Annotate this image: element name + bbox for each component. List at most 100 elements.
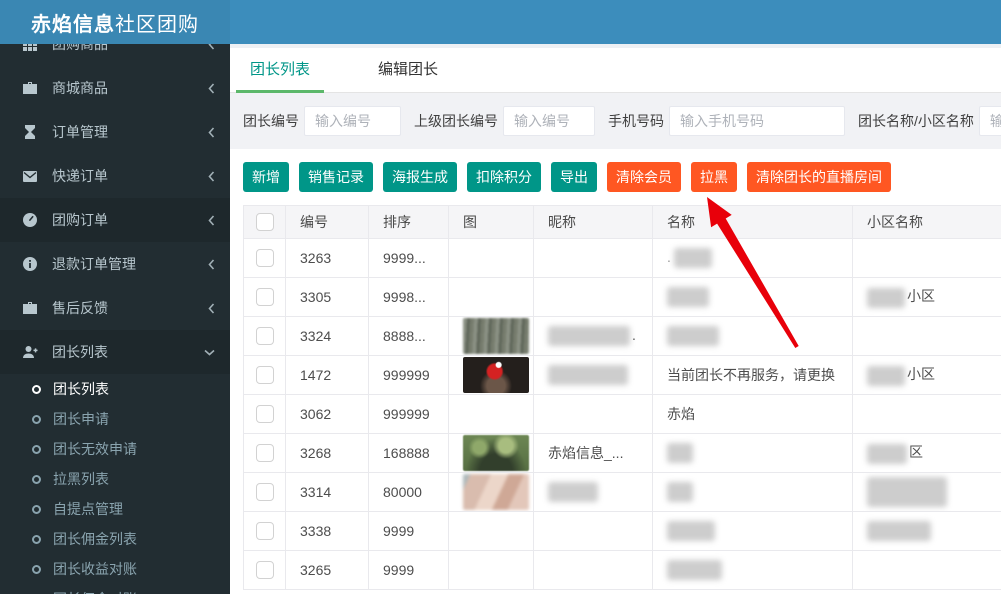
select-all-checkbox[interactable] bbox=[255, 213, 274, 232]
add-button[interactable]: 新增 bbox=[243, 162, 289, 192]
cell-name bbox=[652, 472, 853, 512]
submenu-item-leader-list[interactable]: 团长列表 bbox=[0, 374, 230, 404]
cell-leader-id: 3265 bbox=[285, 550, 369, 590]
column-header: 小区名称 bbox=[852, 205, 1001, 239]
filter-label-name: 团长名称/小区名称 bbox=[858, 113, 974, 129]
table-row: 3324 8888.... bbox=[243, 316, 1001, 356]
briefcase-icon bbox=[22, 300, 38, 316]
circle-icon bbox=[32, 564, 41, 574]
submenu-item-leader-invalid-apply[interactable]: 团长无效申请 bbox=[0, 434, 230, 464]
clear-live-rooms-button[interactable]: 清除团长的直播房间 bbox=[747, 162, 891, 192]
sales-record-button[interactable]: 销售记录 bbox=[299, 162, 373, 192]
leader-avatar-thumbnail bbox=[463, 435, 529, 471]
sidebar-item-label: 团购商品 bbox=[52, 44, 108, 52]
main-content: 团长列表 编辑团长 团长编号 上级团长编号 手机号码 团长名称/小区名称 新增 … bbox=[230, 44, 1001, 594]
cell-sort: 9998... bbox=[368, 277, 449, 317]
circle-icon bbox=[32, 504, 41, 514]
column-header: 编号 bbox=[285, 205, 369, 239]
redacted-blur bbox=[867, 477, 947, 507]
row-checkbox[interactable] bbox=[255, 405, 274, 424]
submenu-item-blacklist[interactable]: 拉黑列表 bbox=[0, 464, 230, 494]
cell-community bbox=[852, 550, 1001, 590]
column-header: 名称 bbox=[652, 205, 853, 239]
submenu-item-label: 自提点管理 bbox=[53, 501, 123, 517]
tab-edit-leader[interactable]: 编辑团长 bbox=[364, 48, 452, 93]
submenu-item-leader-apply[interactable]: 团长申请 bbox=[0, 404, 230, 434]
circle-icon bbox=[32, 474, 41, 484]
cell-name: . bbox=[652, 238, 853, 278]
submenu-item-label: 团长佣金对账 bbox=[53, 589, 137, 594]
tab-leader-list[interactable]: 团长列表 bbox=[236, 48, 325, 93]
submenu-item-leader-income-recon[interactable]: 团长收益对账 bbox=[0, 554, 230, 584]
chevron-left-icon bbox=[208, 126, 215, 138]
cell-nickname bbox=[533, 511, 653, 551]
submenu-item-leader-commission-list[interactable]: 团长佣金列表 bbox=[0, 524, 230, 554]
sidebar-item-aftersale-feedback[interactable]: 售后反馈 bbox=[0, 286, 230, 330]
sidebar-item-order-management[interactable]: 订单管理 bbox=[0, 110, 230, 154]
sidebar-item-refund-orders[interactable]: 退款订单管理 bbox=[0, 242, 230, 286]
poster-generate-button[interactable]: 海报生成 bbox=[383, 162, 457, 192]
redacted-blur bbox=[667, 482, 693, 502]
chevron-left-icon bbox=[208, 258, 215, 270]
chevron-left-icon bbox=[208, 302, 215, 314]
tab-bar: 团长列表 编辑团长 bbox=[230, 48, 1001, 93]
deduct-points-button[interactable]: 扣除积分 bbox=[467, 162, 541, 192]
cell-nickname bbox=[533, 472, 653, 512]
cell-sort: 80000 bbox=[368, 472, 449, 512]
submenu-item-pickup-point[interactable]: 自提点管理 bbox=[0, 494, 230, 524]
cell-leader-id: 3268 bbox=[285, 433, 369, 473]
grid-icon bbox=[22, 44, 38, 52]
chevron-down-icon bbox=[204, 349, 215, 356]
table-row: 3062 999999 赤焰 bbox=[243, 394, 1001, 434]
sidebar-item-label: 团购订单 bbox=[52, 212, 108, 228]
redacted-blur bbox=[548, 365, 628, 385]
name-input[interactable] bbox=[978, 106, 1001, 136]
cell-nickname bbox=[533, 277, 653, 317]
cell-community: 区 bbox=[852, 433, 1001, 473]
parent-leader-id-input[interactable] bbox=[503, 106, 595, 136]
user-plus-icon bbox=[22, 344, 38, 360]
app-logo[interactable]: 赤焰信息社区团购 bbox=[0, 0, 230, 44]
cell-name bbox=[652, 433, 853, 473]
blacklist-button[interactable]: 拉黑 bbox=[691, 162, 737, 192]
cell-nickname bbox=[533, 394, 653, 434]
cell-leader-id: 3305 bbox=[285, 277, 369, 317]
redacted-blur bbox=[667, 560, 722, 580]
row-checkbox[interactable] bbox=[255, 444, 274, 463]
row-checkbox[interactable] bbox=[255, 522, 274, 541]
cell-nickname bbox=[533, 355, 653, 395]
chevron-left-icon bbox=[208, 214, 215, 226]
cell-nickname: . bbox=[533, 316, 653, 356]
cell-nickname: 赤焰信息_... bbox=[533, 433, 653, 473]
phone-input[interactable] bbox=[669, 106, 845, 136]
row-checkbox[interactable] bbox=[255, 288, 274, 307]
sidebar-item-leader-list[interactable]: 团长列表 bbox=[0, 330, 230, 374]
admin-app: 赤焰信息社区团购 团购商品 商城商品 订单管理 快递订单 团购订单 退款订单管理… bbox=[0, 0, 1001, 594]
clear-members-button[interactable]: 清除会员 bbox=[607, 162, 681, 192]
cell-sort: 999999 bbox=[368, 394, 449, 434]
row-checkbox[interactable] bbox=[255, 249, 274, 268]
cell-community: 小区 bbox=[852, 355, 1001, 395]
submenu-item-leader-commission-recon[interactable]: 团长佣金对账 bbox=[0, 584, 230, 594]
leader-id-input[interactable] bbox=[304, 106, 401, 136]
export-button[interactable]: 导出 bbox=[551, 162, 597, 192]
sidebar-item-express-orders[interactable]: 快递订单 bbox=[0, 154, 230, 198]
row-checkbox[interactable] bbox=[255, 561, 274, 580]
filter-label-leader-id: 团长编号 bbox=[243, 113, 299, 129]
cell-image bbox=[448, 316, 534, 356]
sidebar-item-group-orders[interactable]: 团购订单 bbox=[0, 198, 230, 242]
cell-prefix: . bbox=[667, 248, 671, 265]
sidebar-item-group-goods[interactable]: 团购商品 bbox=[0, 44, 230, 66]
gauge-icon bbox=[22, 212, 38, 228]
row-checkbox[interactable] bbox=[255, 483, 274, 502]
sidebar-item-label: 团长列表 bbox=[52, 344, 108, 360]
cell-sort: 999999 bbox=[368, 355, 449, 395]
chevron-left-icon bbox=[208, 170, 215, 182]
toolbar: 新增 销售记录 海报生成 扣除积分 导出 清除会员 拉黑 清除团长的直播房间 bbox=[230, 149, 1001, 205]
circle-icon bbox=[32, 534, 41, 544]
row-checkbox[interactable] bbox=[255, 327, 274, 346]
sidebar-item-mall-goods[interactable]: 商城商品 bbox=[0, 66, 230, 110]
row-checkbox[interactable] bbox=[255, 366, 274, 385]
chevron-left-icon bbox=[208, 82, 215, 94]
submenu-item-label: 拉黑列表 bbox=[53, 471, 109, 487]
